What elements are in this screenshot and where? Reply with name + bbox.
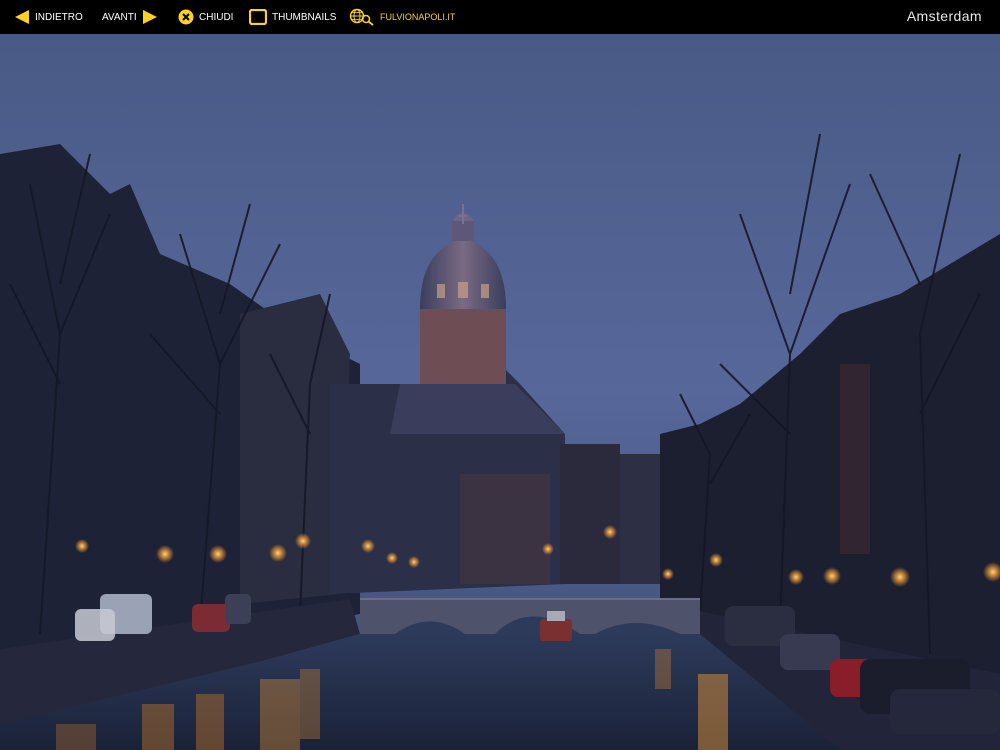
next-button[interactable]: AVANTI [102,9,158,25]
back-label: INDIETRO [35,11,83,23]
website-link[interactable]: FULVIONAPOLI.IT [349,8,455,26]
top-toolbar: INDIETRO AVANTI CHIUDI THUMBNAILS FULVIO… [0,0,1000,34]
back-button[interactable]: INDIETRO [14,9,83,25]
thumbnails-label: THUMBNAILS [272,11,337,23]
main-photo [0,34,1000,750]
thumbnails-square-icon [249,9,267,25]
close-button[interactable]: CHIUDI [178,9,233,25]
arrow-right-icon [142,10,157,24]
arrow-left-icon [15,10,29,24]
close-label: CHIUDI [199,11,234,23]
canal-night-photo [0,34,1000,750]
thumbnails-button[interactable]: THUMBNAILS [249,9,336,25]
globe-magnifier-icon [349,8,374,26]
next-label: AVANTI [102,11,137,23]
close-circle-icon [178,9,194,25]
website-label: FULVIONAPOLI.IT [380,12,456,22]
page-title: Amsterdam [906,8,982,24]
